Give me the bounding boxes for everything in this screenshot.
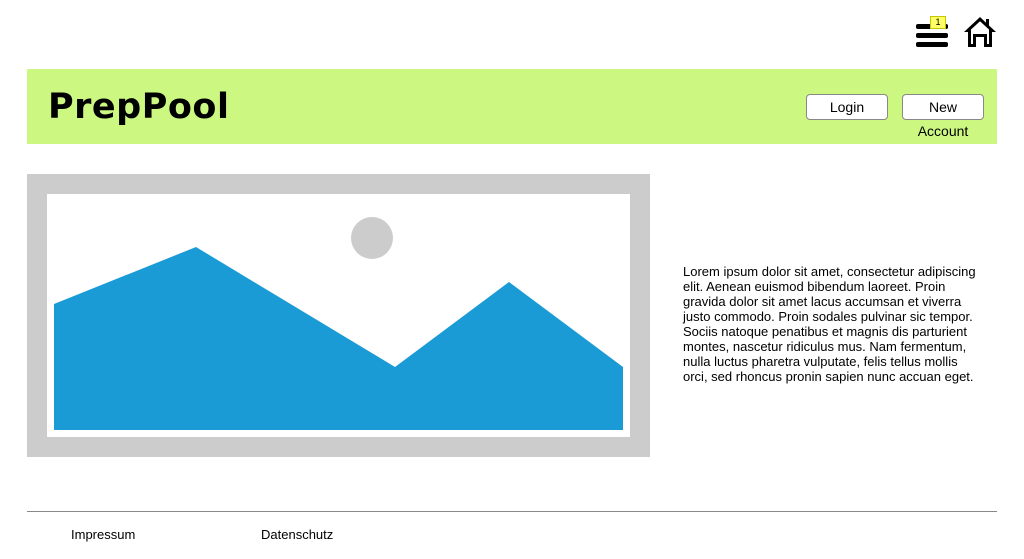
intro-paragraph: Lorem ipsum dolor sit amet, consectetur …	[683, 264, 976, 384]
notification-badge: 1	[930, 16, 946, 29]
new-account-button[interactable]: New Account	[902, 94, 984, 139]
mountain-shape	[54, 247, 623, 430]
top-icon-bar: 1	[916, 14, 998, 50]
footer-link-datenschutz[interactable]: Datenschutz	[261, 527, 333, 542]
brand-title: PrepPool	[48, 87, 230, 127]
image-placeholder	[27, 174, 650, 457]
site-header: PrepPool Login New Account	[27, 69, 997, 144]
landscape-image-icon	[54, 217, 623, 430]
login-button[interactable]: Login	[806, 94, 888, 120]
footer-link-impressum[interactable]: Impressum	[71, 527, 135, 542]
sun-shape	[351, 217, 393, 259]
home-icon[interactable]	[962, 14, 998, 50]
image-canvas	[47, 194, 630, 437]
menu-button[interactable]: 1	[916, 14, 950, 50]
footer-divider	[27, 511, 997, 512]
